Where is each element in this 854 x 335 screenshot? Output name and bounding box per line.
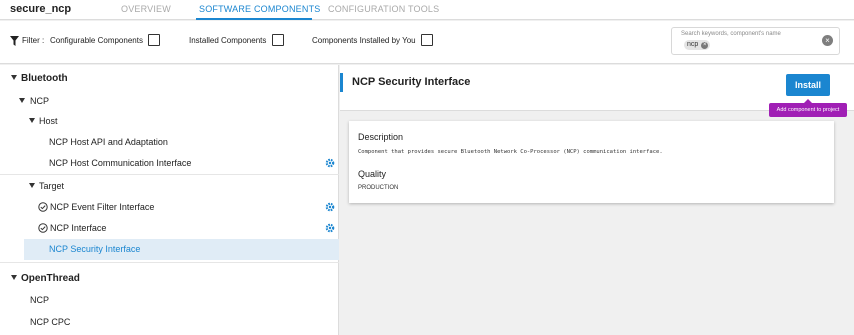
tree-item-label: NCP bbox=[30, 96, 50, 106]
tree-item-security[interactable]: NCP Security Interface bbox=[24, 239, 339, 260]
tree-item-ncp[interactable]: NCP bbox=[0, 91, 339, 112]
filter-bar: Filter : Configurable Components Install… bbox=[0, 21, 854, 64]
search-placeholder: Search keywords, component's name bbox=[681, 31, 781, 37]
search-input[interactable]: Search keywords, component's name ncp × … bbox=[671, 27, 840, 55]
tree-item-label: NCP CPC bbox=[30, 317, 71, 327]
filter-icon bbox=[10, 36, 19, 46]
filter-configurable-checkbox[interactable] bbox=[148, 34, 160, 46]
tree-item-label: NCP Host API and Adaptation bbox=[49, 137, 168, 147]
tree-item-label: Host bbox=[39, 116, 58, 126]
filter-label: Filter : bbox=[22, 36, 45, 45]
tree-item-ncp-interface[interactable]: NCP Interface bbox=[0, 218, 339, 239]
filter-configurable-label: Configurable Components bbox=[50, 36, 143, 45]
filter-installed-by-you-label: Components Installed by You bbox=[312, 36, 416, 45]
install-tooltip: Add component to project bbox=[769, 103, 847, 117]
tree-item-label: NCP Host Communication Interface bbox=[49, 158, 192, 168]
tree-item-host-comm[interactable]: NCP Host Communication Interface bbox=[0, 153, 339, 174]
caret-down-icon[interactable] bbox=[11, 75, 17, 80]
gear-icon[interactable] bbox=[325, 223, 335, 233]
component-tree: Bluetooth NCP Host NCP Host API and Adap… bbox=[0, 65, 339, 335]
caret-down-icon[interactable] bbox=[29, 183, 35, 188]
top-bar: secure_ncp OVERVIEW SOFTWARE COMPONENTS … bbox=[0, 0, 854, 20]
caret-down-icon[interactable] bbox=[11, 275, 17, 280]
installed-check-icon bbox=[38, 202, 48, 212]
tab-software-components[interactable]: SOFTWARE COMPONENTS bbox=[199, 4, 320, 14]
tree-item-ot-ncp[interactable]: NCP bbox=[0, 290, 339, 311]
tab-configuration-tools[interactable]: CONFIGURATION TOOLS bbox=[328, 4, 439, 14]
description-text: Component that provides secure Bluetooth… bbox=[358, 149, 663, 155]
tree-item-label: OpenThread bbox=[21, 273, 80, 284]
active-tab-underline bbox=[196, 18, 312, 20]
gear-icon[interactable] bbox=[325, 158, 335, 168]
description-heading: Description bbox=[358, 132, 404, 142]
tree-item-label: Bluetooth bbox=[21, 73, 68, 84]
tree-item-label: Target bbox=[39, 181, 65, 191]
tree-item-openthread[interactable]: OpenThread bbox=[0, 268, 339, 289]
tree-item-event-filter[interactable]: NCP Event Filter Interface bbox=[0, 197, 339, 218]
tree-item-label: NCP Security Interface bbox=[49, 244, 141, 254]
gear-icon[interactable] bbox=[325, 202, 335, 212]
tree-item-target[interactable]: Target bbox=[0, 176, 339, 197]
install-button[interactable]: Install bbox=[786, 74, 830, 96]
tree-item-host-api[interactable]: NCP Host API and Adaptation bbox=[0, 132, 339, 153]
component-title: NCP Security Interface bbox=[352, 76, 471, 88]
clear-search-icon[interactable]: × bbox=[822, 35, 833, 46]
tree-item-label: NCP Event Filter Interface bbox=[50, 202, 155, 212]
quality-value: PRODUCTION bbox=[358, 185, 399, 191]
tree-item-ot-ncp-cpc[interactable]: NCP CPC bbox=[0, 312, 339, 333]
chip-close-icon[interactable]: × bbox=[701, 41, 709, 49]
tree-item-bluetooth[interactable]: Bluetooth bbox=[0, 68, 339, 89]
search-chip[interactable]: ncp × bbox=[684, 40, 711, 50]
filter-installed-label: Installed Components bbox=[189, 36, 267, 45]
divider bbox=[0, 174, 339, 175]
tree-item-host[interactable]: Host bbox=[0, 111, 339, 132]
search-chip-label: ncp bbox=[687, 41, 699, 48]
installed-check-icon bbox=[38, 223, 48, 233]
tree-item-label: NCP bbox=[30, 295, 50, 305]
tree-item-label: NCP Interface bbox=[50, 223, 107, 233]
caret-down-icon[interactable] bbox=[19, 98, 25, 103]
tab-overview[interactable]: OVERVIEW bbox=[121, 4, 171, 14]
header-accent-bar bbox=[340, 73, 343, 92]
filter-installed-by-you-checkbox[interactable] bbox=[421, 34, 433, 46]
caret-down-icon[interactable] bbox=[29, 118, 35, 123]
component-details-card: Description Component that provides secu… bbox=[349, 121, 834, 203]
filter-installed-checkbox[interactable] bbox=[272, 34, 284, 46]
divider bbox=[0, 262, 339, 263]
quality-heading: Quality bbox=[358, 169, 387, 179]
project-name: secure_ncp bbox=[10, 3, 72, 15]
